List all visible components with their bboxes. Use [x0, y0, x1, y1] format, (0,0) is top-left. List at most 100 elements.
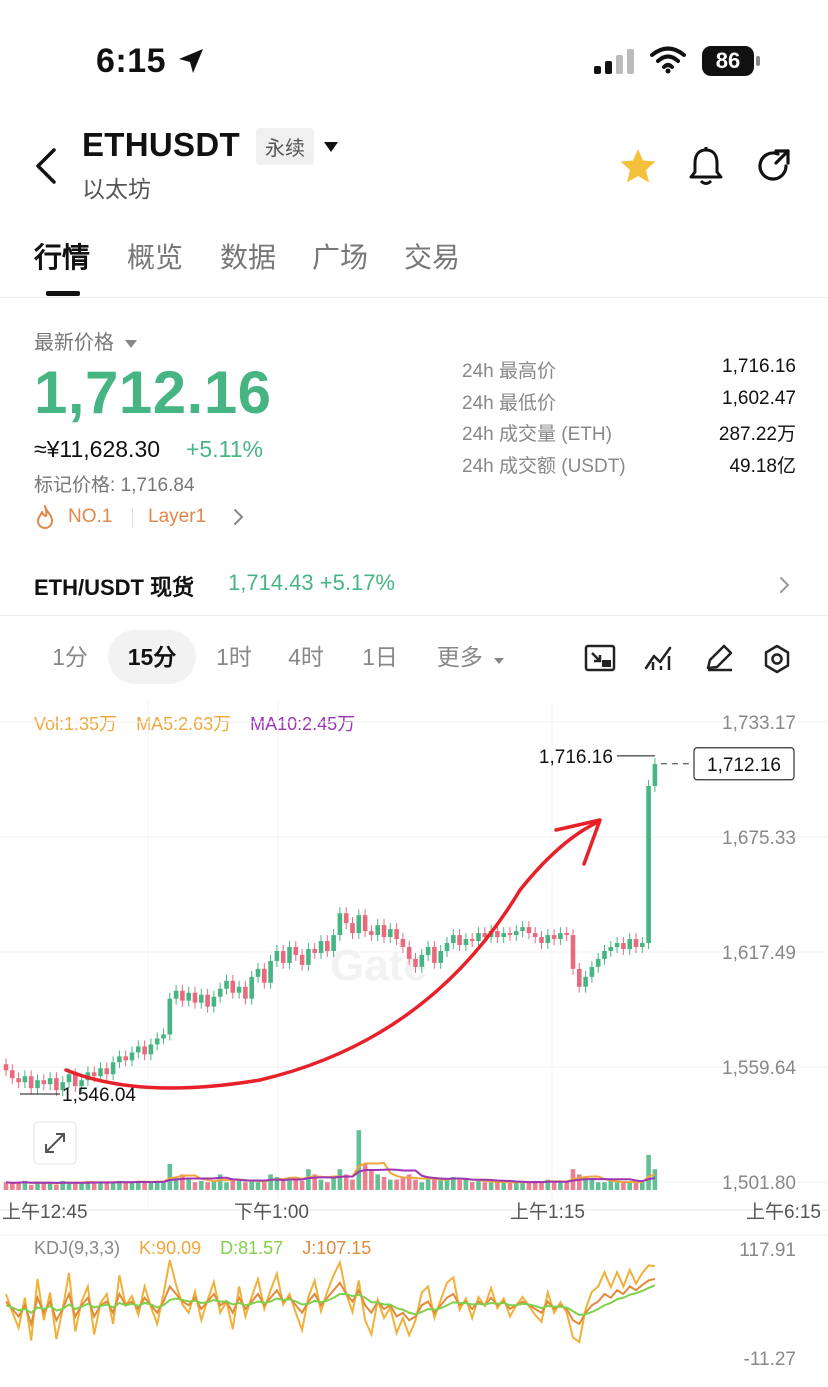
- price-type-dropdown[interactable]: 最新价格: [34, 326, 138, 355]
- candle-body: [425, 946, 431, 955]
- candle-body: [249, 976, 254, 999]
- volume-bar: [28, 1184, 34, 1190]
- candle-body: [388, 929, 393, 938]
- volume-bar: [488, 1182, 494, 1190]
- price-type-label: 最新价格: [34, 332, 114, 354]
- interval-more-label: 更多: [436, 644, 483, 670]
- candle-body: [186, 992, 191, 1001]
- share-icon[interactable]: [756, 148, 792, 184]
- interval-15m[interactable]: 15分: [108, 630, 196, 684]
- status-bar: 6:15 86: [0, 0, 828, 120]
- tab-market[interactable]: 行情: [34, 236, 90, 276]
- volume-bar: [564, 1182, 569, 1190]
- candle-body: [199, 994, 204, 1003]
- candle-body: [262, 968, 267, 983]
- chart-type-icon[interactable]: [644, 644, 674, 672]
- star-icon[interactable]: [618, 146, 658, 186]
- y-axis-tick-label: 1,617.49: [722, 943, 796, 964]
- interval-1d[interactable]: 1日: [350, 630, 410, 684]
- indicator-switch-icon[interactable]: [584, 644, 616, 672]
- volume-bar: [589, 1179, 595, 1190]
- volume-bar: [167, 1164, 173, 1190]
- stat-value: 49.18亿: [729, 455, 796, 477]
- tab-overview[interactable]: 概览: [127, 236, 183, 276]
- volume-bar: [457, 1179, 462, 1190]
- active-tab-indicator: [46, 291, 80, 296]
- volume-bar: [476, 1180, 481, 1190]
- volume-bar: [243, 1182, 248, 1190]
- candle-body: [608, 946, 614, 951]
- volume-bar: [199, 1180, 204, 1190]
- pair-name[interactable]: ETHUSDT: [82, 126, 240, 164]
- settings-gear-icon[interactable]: [762, 644, 792, 674]
- candle-body: [217, 988, 223, 997]
- interval-more[interactable]: 更多: [426, 630, 516, 684]
- volume-bar: [577, 1174, 582, 1190]
- stat-label: 24h 成交量 (ETH): [462, 424, 612, 445]
- candle-body: [633, 939, 639, 947]
- candle-body: [507, 933, 513, 936]
- watermark: Gate: [330, 941, 428, 990]
- candle-body: [451, 935, 456, 944]
- candle-body: [274, 950, 280, 961]
- volume-bar: [186, 1179, 191, 1190]
- location-arrow-icon: [179, 49, 203, 73]
- candle-body: [539, 937, 544, 944]
- volume-bar: [438, 1179, 443, 1190]
- volume-bar: [614, 1182, 620, 1190]
- volume-bar: [362, 1164, 368, 1190]
- candle-body: [526, 927, 532, 934]
- volume-bar: [293, 1179, 299, 1190]
- candle-body: [350, 923, 355, 934]
- kdj-legend: KDJ(9,3,3) K:90.09 D:81.57 J:107.15: [34, 1238, 385, 1259]
- tab-data[interactable]: 数据: [220, 236, 276, 276]
- caret-down-icon[interactable]: [322, 140, 340, 154]
- volume-bar: [646, 1154, 651, 1190]
- draw-pencil-icon[interactable]: [704, 644, 734, 672]
- interval-1m[interactable]: 1分: [40, 630, 100, 684]
- volume-bar: [148, 1182, 154, 1190]
- price-cny: ≈¥11,628.30: [34, 436, 161, 462]
- volume-bar: [394, 1179, 399, 1190]
- last-price-tag-label: 1,712.16: [707, 755, 781, 776]
- candle-body: [558, 933, 563, 940]
- bell-icon[interactable]: [688, 146, 724, 186]
- spot-change: +5.17%: [319, 570, 395, 595]
- candle-body: [400, 939, 406, 947]
- candlestick-chart[interactable]: Gate 1,733.17 1,675.33 1,617.49 1,559.64 1,50…: [0, 700, 828, 1380]
- volume-bar: [123, 1182, 128, 1190]
- low-price-label: 1,546.04: [62, 1085, 136, 1106]
- spot-market-link[interactable]: ETH/USDT 现货 1,714.43 +5.17%: [0, 552, 828, 616]
- tab-trade[interactable]: 交易: [404, 236, 460, 276]
- candle-body: [167, 998, 173, 1035]
- stat-value: 287.22万: [718, 424, 796, 445]
- candle-body: [10, 1070, 15, 1079]
- candle-body: [224, 980, 229, 989]
- candle-body: [375, 925, 380, 936]
- candle-body: [381, 925, 387, 938]
- volume-bar: [469, 1182, 475, 1190]
- volume-bar: [627, 1182, 632, 1190]
- volume-bar: [10, 1183, 15, 1190]
- x-axis-tick-label: 上午6:15: [746, 1201, 821, 1223]
- volume-bar: [381, 1177, 387, 1190]
- kdj-params: KDJ(9,3,3): [34, 1238, 121, 1258]
- kdj-axis-tick-label: 117.91: [739, 1240, 796, 1261]
- candle-body: [110, 1062, 116, 1075]
- volume-bar: [299, 1180, 305, 1190]
- candle-body: [211, 996, 217, 1007]
- tab-square[interactable]: 广场: [312, 236, 368, 276]
- volume-bar: [388, 1179, 393, 1190]
- candle-body: [104, 1068, 110, 1075]
- candle-body: [602, 950, 607, 959]
- candle-body: [476, 933, 481, 942]
- x-axis-tick-label: 下午1:00: [234, 1201, 309, 1223]
- volume-bar: [331, 1177, 336, 1190]
- price-change-percent: +5.11%: [186, 436, 263, 462]
- caret-down-icon: [494, 658, 505, 664]
- candle-body: [356, 915, 362, 934]
- volume-bar: [280, 1179, 286, 1190]
- interval-1h[interactable]: 1时: [204, 630, 264, 684]
- interval-4h[interactable]: 4时: [276, 630, 336, 684]
- back-arrow-icon[interactable]: [32, 146, 58, 186]
